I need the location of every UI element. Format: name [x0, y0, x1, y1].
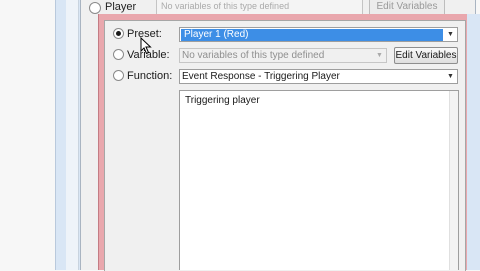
preset-radio[interactable] — [113, 28, 124, 39]
variable-radio[interactable] — [113, 49, 124, 60]
function-radio[interactable] — [113, 70, 124, 81]
preset-dropdown[interactable]: Player 1 (Red) ▼ — [179, 27, 458, 42]
dropdown-arrow-icon[interactable]: ▼ — [445, 29, 456, 40]
background-dropdown-text: No variables of this type defined — [161, 1, 290, 11]
description-text: Triggering player — [185, 95, 260, 106]
description-scrollbar[interactable] — [449, 91, 458, 270]
description-box: Triggering player — [179, 90, 459, 270]
background-dropdown[interactable]: No variables of this type defined — [156, 0, 363, 15]
dropdown-arrow-icon[interactable]: ▼ — [445, 71, 456, 82]
mouse-cursor-icon — [140, 37, 152, 55]
background-radio[interactable] — [89, 2, 101, 14]
dropdown-arrow-icon[interactable]: ▼ — [374, 50, 385, 61]
edit-variables-button[interactable]: Edit Variables — [394, 47, 458, 64]
variable-dropdown[interactable]: No variables of this type defined ▼ — [179, 48, 387, 63]
background-edit-variables-button[interactable]: Edit Variables — [369, 0, 445, 15]
function-dropdown[interactable]: Event Response - Triggering Player ▼ — [179, 69, 458, 84]
function-dropdown-value: Event Response - Triggering Player — [182, 71, 340, 82]
variable-dropdown-value: No variables of this type defined — [182, 50, 325, 61]
background-player-label: Player — [105, 1, 137, 13]
preset-dropdown-value: Player 1 (Red) — [181, 29, 443, 41]
background-window-strip — [66, 0, 79, 270]
function-label: Function: — [127, 70, 173, 82]
frame-side — [467, 14, 480, 270]
